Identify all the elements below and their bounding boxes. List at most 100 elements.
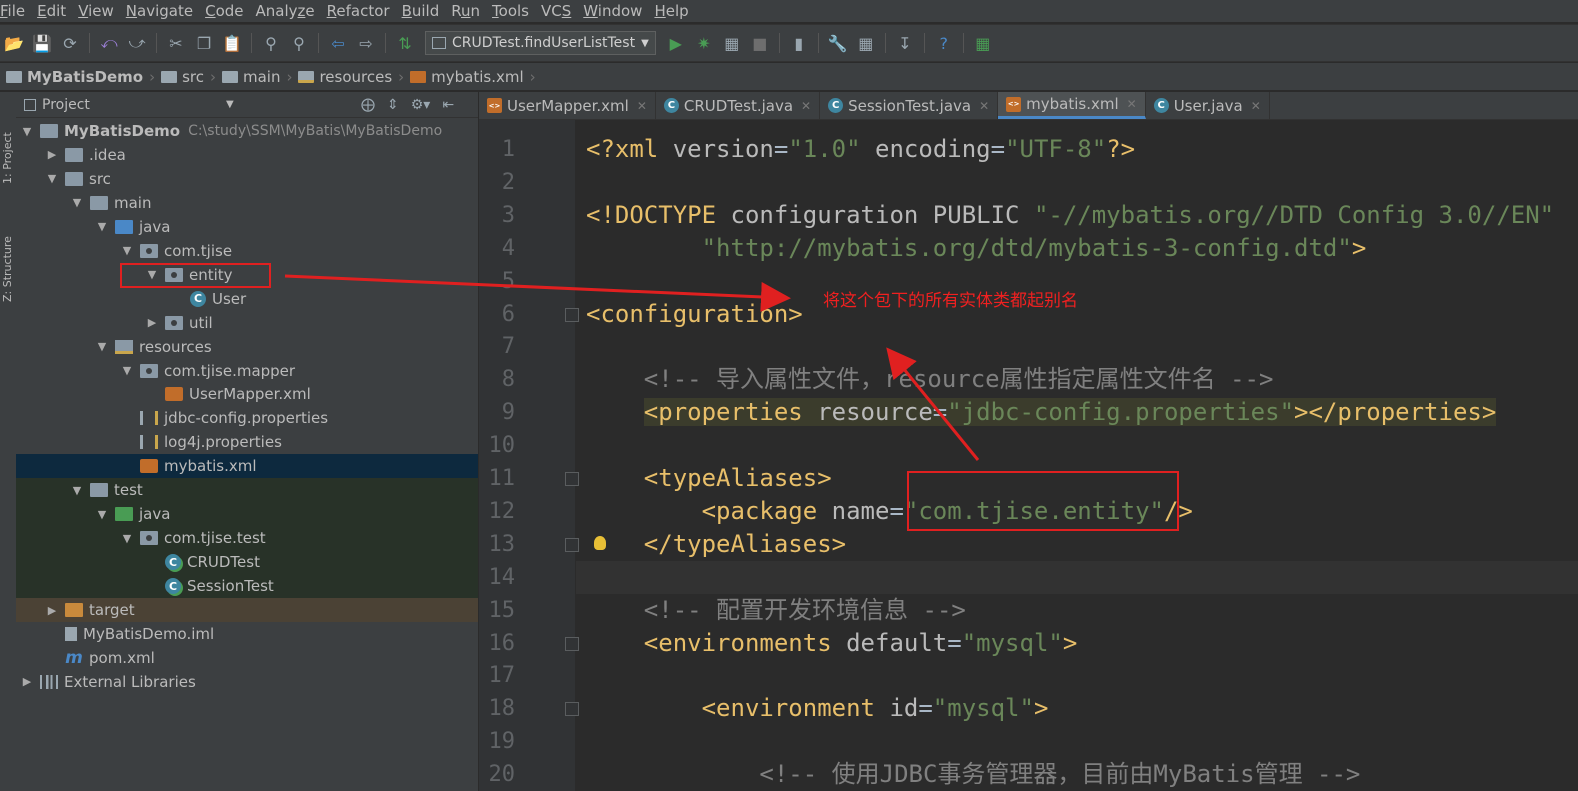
close-icon[interactable]: ✕ — [637, 99, 647, 113]
expand-down-icon[interactable]: ▼ — [70, 196, 84, 209]
hide-icon[interactable]: ⇤ — [442, 97, 454, 113]
expand-down-icon[interactable]: ▼ — [20, 125, 34, 138]
code-line[interactable]: </typeAliases> — [586, 528, 846, 561]
find-icon[interactable]: ⚲ — [260, 32, 282, 54]
tree-item[interactable]: mybatis.xml — [16, 454, 478, 479]
project-tool-window-button[interactable]: 1: Project — [1, 132, 14, 184]
tree-item[interactable]: ▶ target — [16, 598, 478, 622]
close-icon[interactable]: ✕ — [979, 99, 989, 113]
make-icon[interactable]: ⇅ — [394, 32, 416, 54]
code-line[interactable]: "http://mybatis.org/dtd/mybatis-3-config… — [586, 232, 1367, 265]
code-line[interactable]: <environments default="mysql"> — [586, 627, 1078, 660]
editor-tab[interactable]: C User.java ✕ — [1146, 92, 1270, 119]
back-icon[interactable]: ⇦ — [327, 32, 349, 54]
tree-item[interactable]: C SessionTest — [16, 574, 478, 599]
menu-file[interactable]: File — [0, 2, 31, 20]
breadcrumb-item-src[interactable]: src — [155, 68, 210, 86]
breadcrumb-item-file[interactable]: mybatis.xml — [404, 68, 530, 86]
run-icon[interactable]: ▶ — [665, 32, 687, 54]
project-structure-icon[interactable]: ▦ — [855, 32, 877, 54]
menu-refactor[interactable]: Refactor — [321, 2, 396, 20]
replace-icon[interactable]: ⚲ — [288, 32, 310, 54]
menu-navigate[interactable]: Navigate — [120, 2, 199, 20]
tree-item[interactable]: ▼ main — [16, 191, 478, 215]
code-line[interactable]: <environment id="mysql"> — [586, 692, 1049, 725]
tree-item[interactable]: ▼ resources — [16, 335, 478, 359]
run-configuration-select[interactable]: CRUDTest.findUserListTest ▼ — [425, 31, 656, 55]
menu-run[interactable]: Run — [445, 2, 486, 20]
collapse-all-icon[interactable]: ⇕ — [387, 97, 399, 113]
menu-help[interactable]: Help — [648, 2, 694, 20]
code-line[interactable]: <!-- 配置开发环境信息 --> — [586, 594, 966, 627]
menu-tools[interactable]: Tools — [486, 2, 535, 20]
tree-item[interactable]: ▼ com.tjise.mapper — [16, 359, 478, 383]
tree-item[interactable]: ▶ util — [16, 311, 478, 335]
tree-item[interactable]: ▼ java — [16, 215, 478, 239]
expand-down-icon[interactable]: ▼ — [45, 172, 59, 185]
editor-tab[interactable]: C CRUDTest.java ✕ — [656, 92, 821, 119]
tree-item[interactable]: C User — [16, 287, 478, 311]
menu-analyze[interactable]: Analyze — [250, 2, 321, 20]
tree-item[interactable]: ▶ .idea — [16, 143, 478, 167]
expand-right-icon[interactable]: ▶ — [20, 675, 34, 688]
expand-right-icon[interactable]: ▶ — [145, 316, 159, 329]
menu-build[interactable]: Build — [396, 2, 446, 20]
tree-item[interactable]: ▼ com.tjise — [16, 239, 478, 263]
editor-tab[interactable]: <> mybatis.xml ✕ — [998, 92, 1146, 119]
menu-vcs[interactable]: VCS — [535, 2, 577, 20]
expand-down-icon[interactable]: ▼ — [95, 340, 109, 353]
editor-tab[interactable]: C SessionTest.java ✕ — [820, 92, 999, 119]
project-panel-title[interactable]: Project — [42, 97, 90, 113]
help-icon[interactable]: ? — [933, 32, 955, 54]
tree-item[interactable]: ▼ test — [16, 478, 478, 503]
tree-item[interactable]: C CRUDTest — [16, 550, 478, 575]
gear-icon[interactable]: ⚙▾ — [411, 97, 431, 113]
attach-icon[interactable]: ▮ — [788, 32, 810, 54]
expand-right-icon[interactable]: ▶ — [45, 148, 59, 161]
breadcrumb-item-main[interactable]: main — [216, 68, 286, 86]
tree-item[interactable]: ▶ External Libraries — [16, 670, 478, 694]
code-line[interactable]: <!-- 导入属性文件，resource属性指定属性文件名 --> — [586, 363, 1274, 396]
copy-icon[interactable]: ❐ — [193, 32, 215, 54]
menu-window[interactable]: Window — [577, 2, 648, 20]
code-line[interactable]: <properties resource="jdbc-config.proper… — [586, 396, 1497, 429]
expand-down-icon[interactable]: ▼ — [120, 364, 134, 377]
locate-icon[interactable]: ⨁ — [361, 97, 375, 113]
tree-item[interactable]: ▼ MyBatisDemo C:\study\SSM\MyBatis\MyBatis… — [16, 119, 478, 143]
expand-down-icon[interactable]: ▼ — [70, 484, 84, 497]
stop-icon[interactable]: ■ — [749, 32, 771, 54]
tree-item[interactable]: UserMapper.xml — [16, 382, 478, 406]
tree-item[interactable]: log4j.properties — [16, 430, 478, 454]
menu-edit[interactable]: Edit — [31, 2, 72, 20]
code-line[interactable]: <!-- 使用JDBC事务管理器，目前由MyBatis管理 --> — [586, 758, 1360, 791]
save-icon[interactable]: 💾 — [31, 32, 53, 54]
close-icon[interactable]: ✕ — [1251, 99, 1261, 113]
code-line[interactable]: <?xml version="1.0" encoding="UTF-8"?> — [586, 133, 1135, 166]
code-area[interactable]: 123456789101112131415161718192021 <?xml … — [479, 120, 1578, 791]
cut-icon[interactable]: ✂ — [165, 32, 187, 54]
code-lines[interactable]: <?xml version="1.0" encoding="UTF-8"?> <!… — [576, 120, 1578, 791]
tree-item[interactable]: ▼ com.tjise.test — [16, 526, 478, 551]
structure-tool-window-button[interactable]: Z: Structure — [1, 236, 14, 302]
open-icon[interactable]: 📂 — [3, 32, 25, 54]
editor-tab[interactable]: <> UserMapper.xml ✕ — [479, 92, 656, 119]
tree-item[interactable]: MyBatisDemo.iml — [16, 622, 478, 646]
tree-item[interactable]: jdbc-config.properties — [16, 406, 478, 430]
settings-icon[interactable]: 🔧 — [827, 32, 849, 54]
code-line[interactable]: <configuration> — [586, 298, 803, 331]
vcs-icon[interactable]: ↧ — [894, 32, 916, 54]
undo-icon[interactable]: ⤺ — [98, 32, 120, 54]
expand-down-icon[interactable]: ▼ — [95, 220, 109, 233]
menu-code[interactable]: Code — [199, 2, 249, 20]
expand-right-icon[interactable]: ▶ — [45, 604, 59, 617]
chevron-down-icon[interactable]: ▼ — [226, 99, 234, 110]
forward-icon[interactable]: ⇨ — [355, 32, 377, 54]
expand-down-icon[interactable]: ▼ — [120, 532, 134, 545]
code-line[interactable]: <!DOCTYPE configuration PUBLIC "-//mybat… — [586, 199, 1554, 232]
sdk-icon[interactable]: ▦ — [972, 32, 994, 54]
paste-icon[interactable]: 📋 — [221, 32, 243, 54]
expand-down-icon[interactable]: ▼ — [95, 508, 109, 521]
expand-down-icon[interactable]: ▼ — [120, 244, 134, 257]
code-line[interactable]: <typeAliases> — [586, 462, 832, 495]
sync-icon[interactable]: ⟳ — [59, 32, 81, 54]
